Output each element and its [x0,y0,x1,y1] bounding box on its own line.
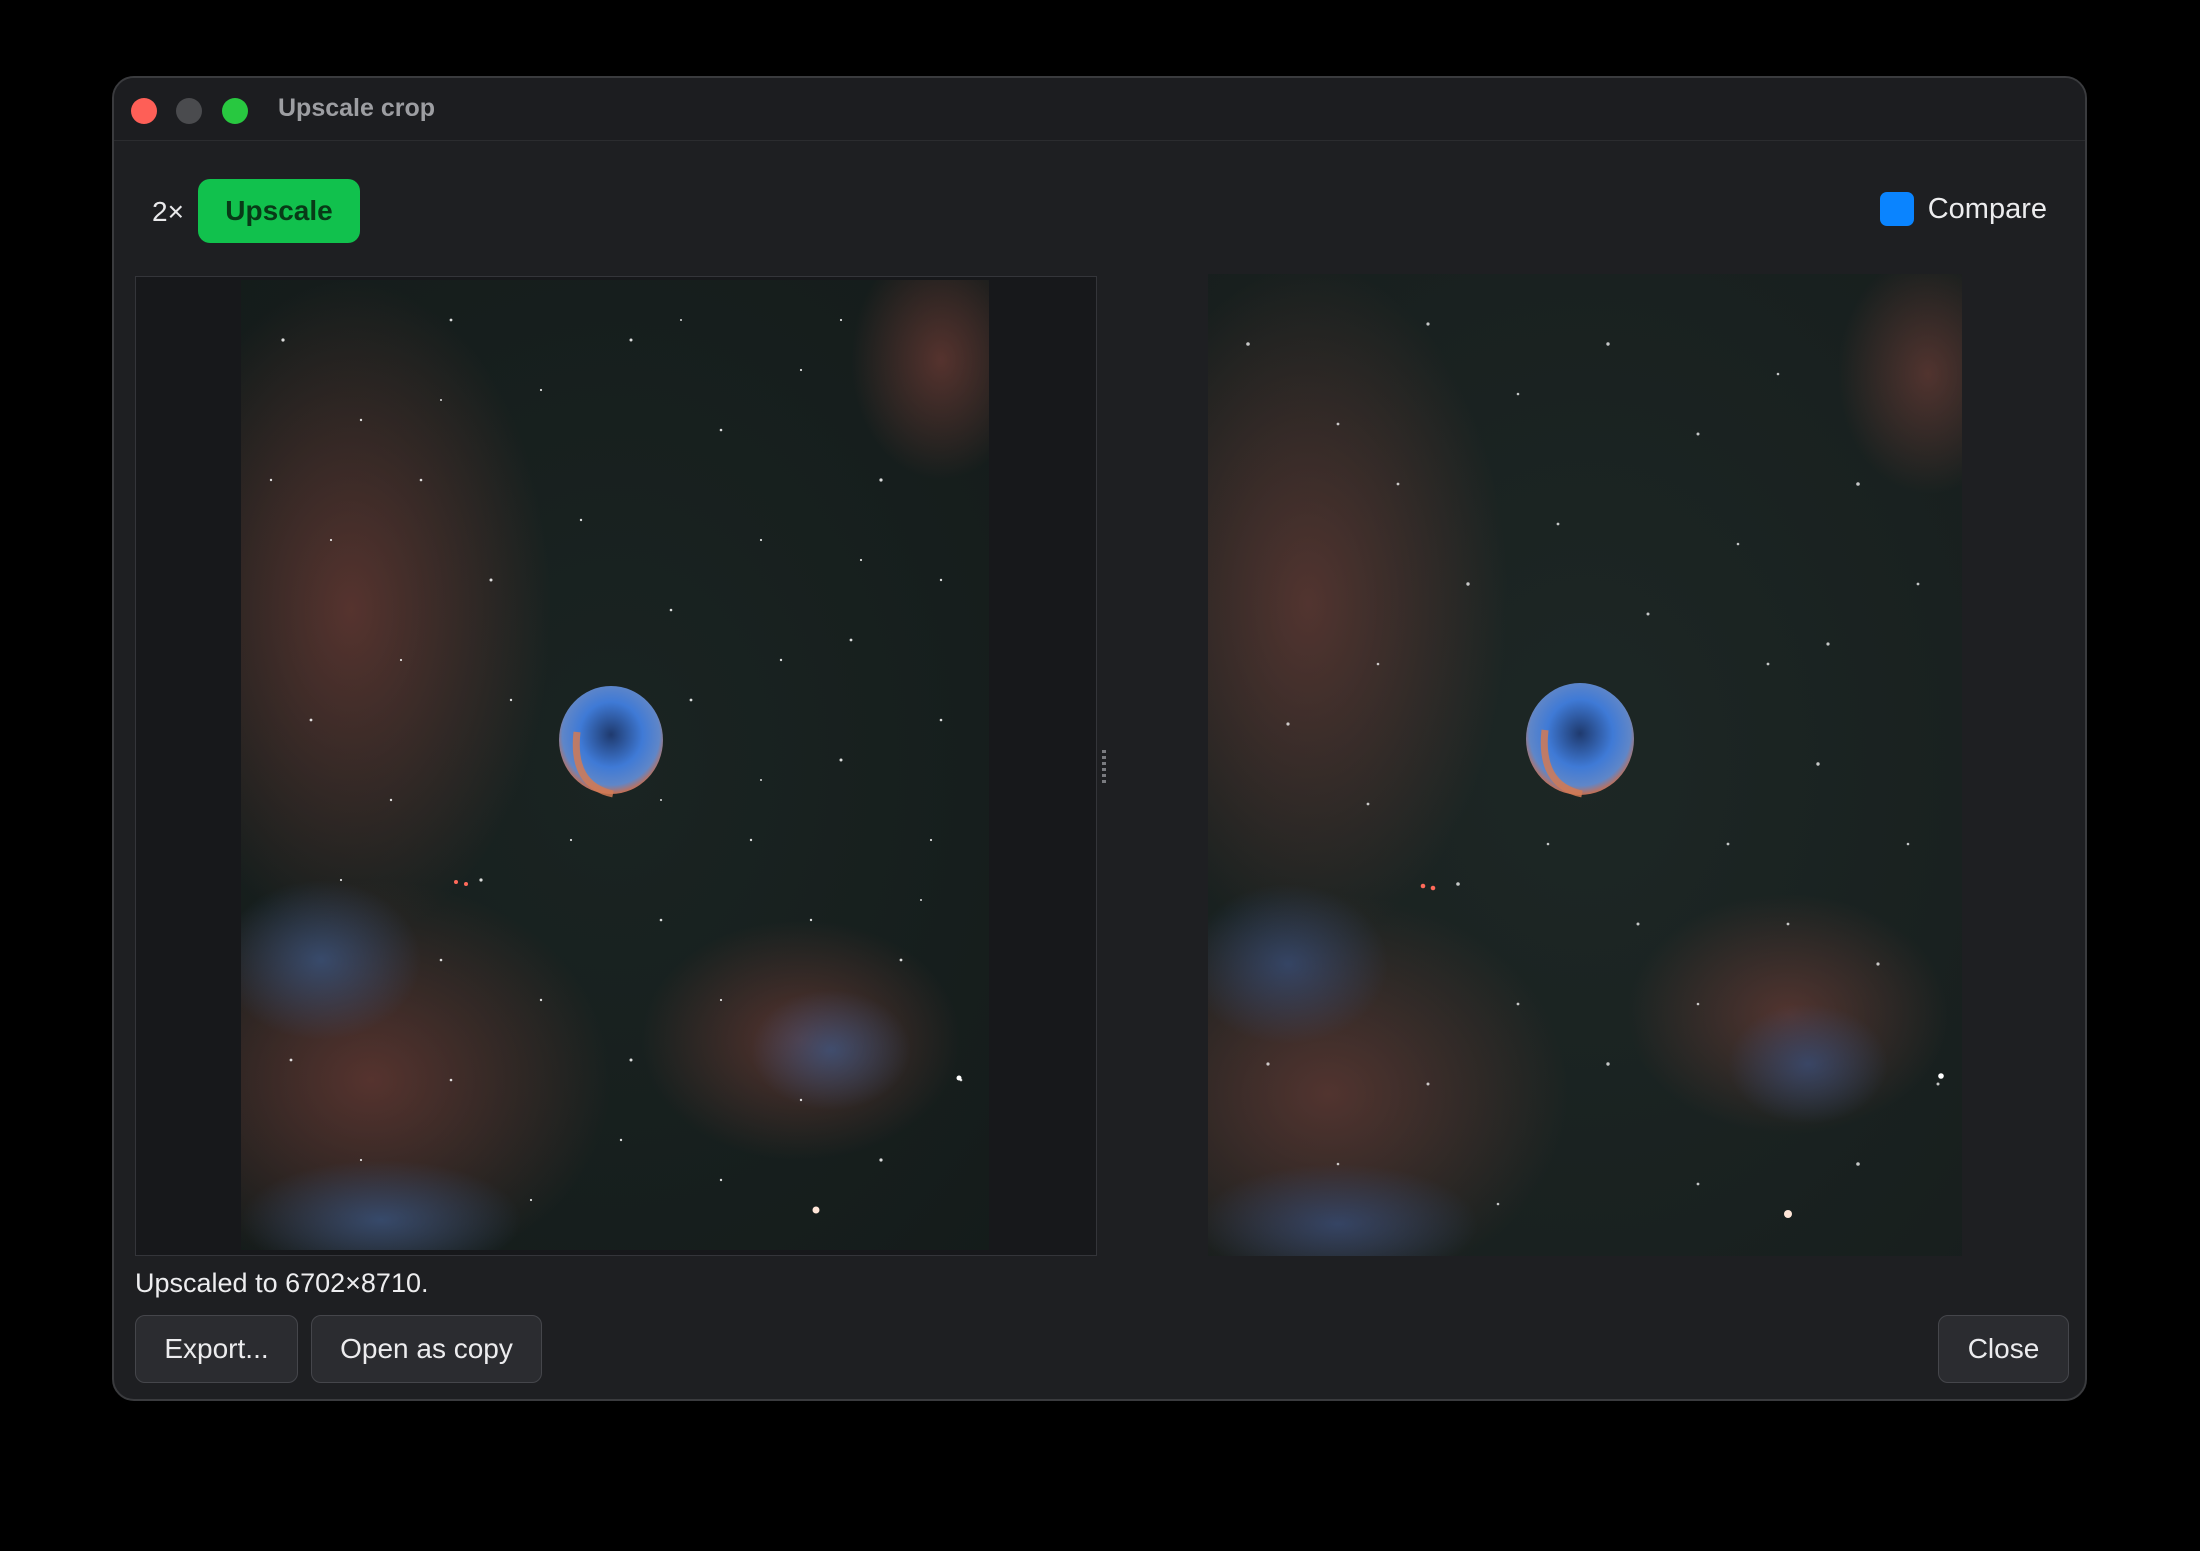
status-message: Upscaled to 6702×8710. [135,1268,429,1298]
open-as-copy-button[interactable]: Open as copy [311,1315,542,1383]
close-button[interactable]: Close [1938,1315,2069,1383]
compare-toggle[interactable]: Compare [1879,192,2047,226]
compare-checkbox[interactable] [1879,192,1914,226]
original-image [241,280,989,1250]
window-close-button[interactable] [131,98,157,124]
export-button[interactable]: Export... [135,1315,298,1383]
window-title: Upscale crop [278,94,436,122]
original-preview-panel [135,276,1097,1256]
compare-label: Compare [1927,192,2047,225]
window-minimize-button[interactable] [176,98,202,124]
title-bar: Upscale crop [114,78,2085,141]
scale-factor-label: 2× [152,196,184,227]
upscale-crop-window: Upscale crop 2× Upscale Compare Upscaled… [112,76,2087,1401]
upscale-button[interactable]: Upscale [198,179,360,243]
window-maximize-button[interactable] [222,98,248,124]
split-divider-handle[interactable] [1102,750,1106,784]
upscaled-image [1208,274,1962,1256]
